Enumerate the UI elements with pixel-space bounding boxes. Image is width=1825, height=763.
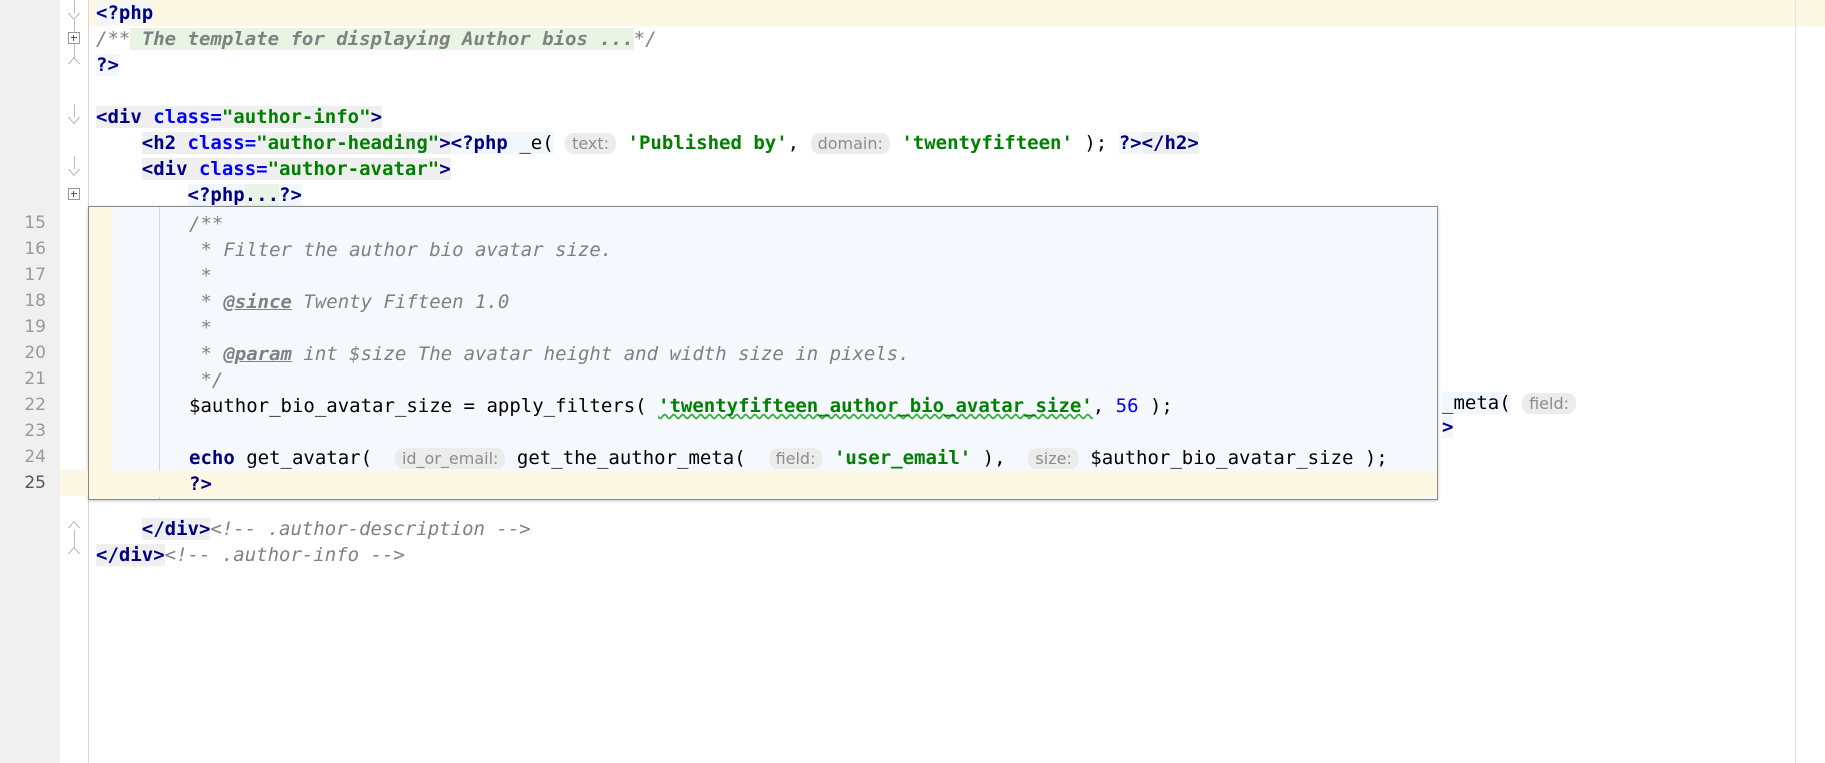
right-margin-guide (1795, 0, 1796, 763)
line-content: ?> (189, 471, 212, 497)
fold-collapse-end-icon[interactable] (68, 521, 81, 529)
line-content: <?php...?> (187, 184, 302, 206)
line-content: * @param int $size The avatar height and… (189, 343, 910, 365)
fold-collapse-icon[interactable] (68, 169, 81, 177)
panel-line-number[interactable]: 16 (0, 236, 46, 262)
line-content: */ (189, 369, 224, 391)
line-content: * (189, 265, 212, 287)
inline-hint-id-or-email[interactable]: id_or_email: (394, 448, 506, 469)
line-content: * @since Twenty Fifteen 1.0 (189, 291, 510, 313)
panel-line-number[interactable]: 20 (0, 340, 46, 366)
number-literal: 56 (1115, 395, 1139, 417)
panel-line-number[interactable]: 22 (0, 392, 46, 418)
code-line-12[interactable]: 12 <h2 class="author-heading"><?php _e( … (0, 130, 1825, 156)
code-line-9[interactable]: 9 ?> (0, 52, 1825, 78)
code-line-39[interactable]: 39 </div><!-- .author-info --> (0, 542, 1825, 568)
fold-collapse-end-icon[interactable] (68, 57, 81, 65)
panel-line-number[interactable]: 21 (0, 366, 46, 392)
variable-avatar-size: $author_bio_avatar_size (189, 395, 453, 417)
doc-since-value: Twenty Fifteen 1.0 (303, 291, 510, 313)
expanded-code-panel[interactable]: /** * Filter the author bio avatar size.… (88, 206, 1438, 500)
line-content: echo get_avatar( id_or_email: get_the_au… (189, 447, 1388, 469)
panel-line-23[interactable] (89, 419, 1437, 445)
line-content: ?> (96, 54, 119, 76)
doc-tag-since: @since (223, 291, 292, 313)
panel-line-15[interactable]: /** (89, 211, 1437, 237)
inline-hint-field-bg[interactable]: field: (1522, 393, 1577, 414)
fold-region-line (74, 0, 75, 13)
line-content: /** The template for displaying Author b… (96, 28, 657, 50)
line-content: > (1442, 414, 1454, 440)
line-content: <?php (96, 2, 154, 24)
fold-region-line (74, 156, 75, 169)
line-content: * (189, 317, 212, 339)
fold-collapse-icon[interactable] (68, 13, 81, 21)
fn-get-avatar: get_avatar( (246, 447, 373, 469)
line-content: </div><!-- .author-info --> (96, 544, 405, 566)
code-line-11[interactable]: 11 <div class="author-info"> (0, 104, 1825, 130)
fold-expand-icon[interactable] (68, 32, 81, 45)
panel-line-25[interactable]: ?> (89, 471, 1437, 497)
panel-line-number[interactable]: 19 (0, 314, 46, 340)
panel-line-number[interactable]: 18 (0, 288, 46, 314)
panel-line-number[interactable]: 25 (0, 470, 46, 496)
code-line-14[interactable]: 14 <?php...?> (0, 182, 1825, 208)
panel-line-17[interactable]: * (89, 263, 1437, 289)
panel-line-20[interactable]: * @param int $size The avatar height and… (89, 341, 1437, 367)
line-content: <h2 class="author-heading"><?php _e( tex… (141, 132, 1199, 154)
code-line-2[interactable]: 2 /** The template for displaying Author… (0, 26, 1825, 52)
obscured-fragment-meta: _meta( (1442, 392, 1511, 414)
panel-line-number[interactable]: 17 (0, 262, 46, 288)
inline-hint-domain[interactable]: domain: (810, 133, 890, 154)
string-filter-name: 'twentyfifteen_author_bio_avatar_size' (658, 395, 1093, 417)
php-close-tag: ?> (189, 473, 212, 495)
keyword-echo: echo (189, 447, 235, 469)
fold-region-line (74, 104, 75, 117)
fn-get-the-author-meta: get_the_author_meta( (516, 447, 746, 469)
code-line-13[interactable]: 13 <div class="author-avatar"> (0, 156, 1825, 182)
obscured-fragment-gt: > (1442, 416, 1454, 438)
panel-line-24[interactable]: echo get_avatar( id_or_email: get_the_au… (89, 445, 1437, 471)
panel-caret-gutter-highlight (60, 470, 88, 496)
line-content: </div><!-- .author-description --> (141, 518, 531, 540)
variable-avatar-size-arg: $author_bio_avatar_size (1090, 447, 1354, 469)
code-line-10[interactable]: 10 (0, 78, 1825, 104)
panel-line-22[interactable]: $author_bio_avatar_size = apply_filters(… (89, 393, 1437, 419)
code-line-38[interactable]: 38 </div><!-- .author-description --> (0, 516, 1825, 542)
fold-collapse-icon[interactable] (68, 117, 81, 125)
fn-apply-filters: apply_filters( (486, 395, 647, 417)
panel-line-number[interactable]: 24 (0, 444, 46, 470)
line-content: * Filter the author bio avatar size. (189, 239, 613, 261)
code-line-1[interactable]: 1 <?php (0, 0, 1825, 26)
panel-line-16[interactable]: * Filter the author bio avatar size. (89, 237, 1437, 263)
doc-param-value: int $size The avatar height and width si… (303, 343, 910, 365)
code-line-40[interactable]: 40 (0, 568, 1825, 594)
string-user-email: 'user_email' (833, 447, 972, 469)
panel-line-number[interactable]: 15 (0, 210, 46, 236)
fold-expand-icon[interactable] (68, 188, 81, 201)
doc-tag-param: @param (223, 343, 292, 365)
line-content: _meta( field: (1442, 390, 1577, 417)
panel-line-number[interactable]: 23 (0, 418, 46, 444)
line-content: <div class="author-avatar"> (141, 158, 451, 180)
line-content: /** (189, 213, 224, 235)
line-content: $author_bio_avatar_size = apply_filters(… (189, 395, 1173, 417)
inline-hint-size[interactable]: size: (1028, 448, 1079, 469)
panel-line-18[interactable]: * @since Twenty Fifteen 1.0 (89, 289, 1437, 315)
panel-line-19[interactable]: * (89, 315, 1437, 341)
code-editor[interactable]: 1 <?php 2 /** The template for displayin… (0, 0, 1825, 763)
panel-line-number-gutter[interactable]: 15 16 17 18 19 20 21 22 23 24 25 (0, 206, 60, 500)
panel-line-21[interactable]: */ (89, 367, 1437, 393)
line-content: <div class="author-info"> (96, 106, 383, 128)
inline-hint-text[interactable]: text: (565, 133, 617, 154)
inline-hint-field[interactable]: field: (768, 448, 823, 469)
fold-collapse-end-icon[interactable] (68, 547, 81, 555)
